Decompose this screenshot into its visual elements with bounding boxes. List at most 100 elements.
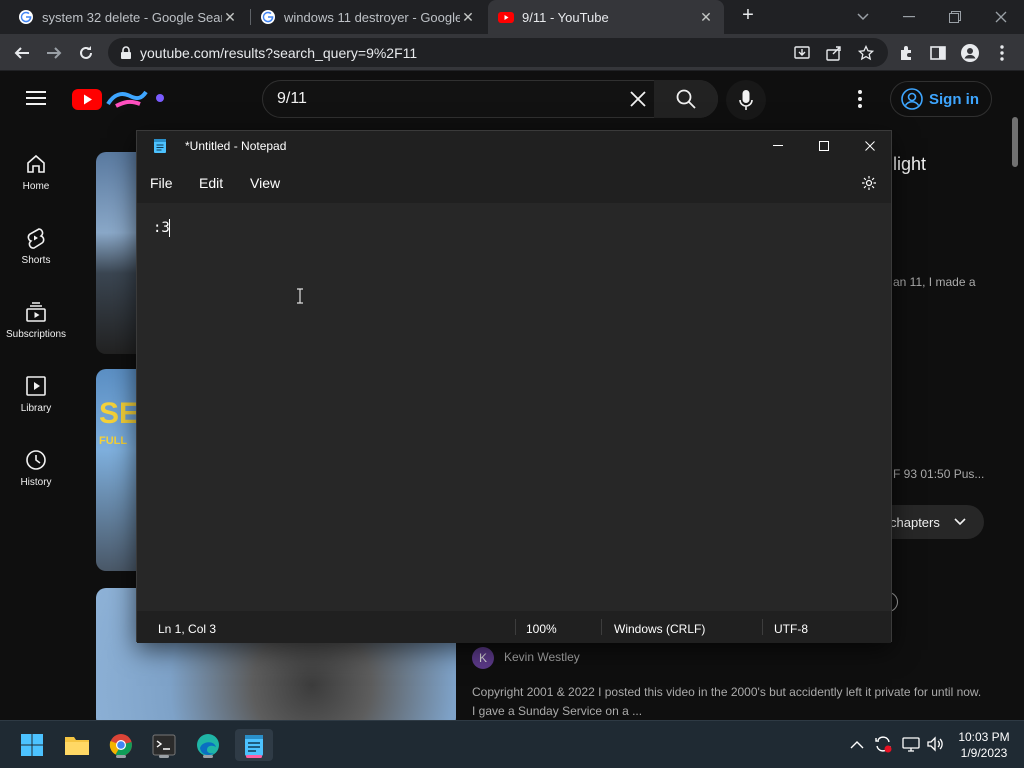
encoding: UTF-8 xyxy=(774,622,808,636)
minimize-window-icon[interactable] xyxy=(886,0,932,34)
sign-in-button[interactable]: Sign in xyxy=(890,81,992,117)
close-tab-icon[interactable]: ✕ xyxy=(698,9,714,26)
cursor-position: Ln 1, Col 3 xyxy=(158,622,217,636)
tab-title: windows 11 destroyer - Google Search xyxy=(284,9,460,25)
close-window-icon[interactable] xyxy=(978,0,1024,34)
close-tab-icon[interactable]: ✕ xyxy=(460,9,476,26)
google-icon xyxy=(261,10,275,24)
bookmark-star-icon[interactable] xyxy=(853,40,879,66)
profile-icon[interactable] xyxy=(957,40,983,66)
sidebar-item-label: Subscriptions xyxy=(5,329,67,340)
lock-icon xyxy=(121,45,131,59)
notepad-app-icon xyxy=(154,139,166,153)
result-title-fragment[interactable]: light xyxy=(893,154,926,175)
address-bar[interactable]: youtube.com/results?search_query=9%2F11 xyxy=(108,38,888,67)
google-icon xyxy=(19,10,33,24)
terminal-icon xyxy=(152,734,176,756)
notepad-icon xyxy=(245,735,263,756)
search-button[interactable] xyxy=(654,80,718,118)
result-description-fragment: F 93 01:50 Pus... xyxy=(893,467,985,481)
result-description-fragment: an 11, I made a xyxy=(893,275,976,289)
subscriptions-icon xyxy=(26,302,46,322)
network-icon[interactable] xyxy=(902,735,920,758)
tab-title: system 32 delete - Google Search xyxy=(42,9,222,25)
notepad-statusbar: Ln 1, Col 3 100% Windows (CRLF) UTF-8 xyxy=(137,611,891,643)
running-indicator xyxy=(203,755,213,758)
status-divider xyxy=(515,619,516,635)
notepad-window: *Untitled - Notepad File Edit View :3 Ln… xyxy=(136,130,892,643)
zoom-level: 100% xyxy=(526,622,557,636)
notepad-taskbar-button[interactable] xyxy=(235,729,273,761)
edge-taskbar-button[interactable] xyxy=(192,729,224,761)
url-text: youtube.com/results?search_query=9%2F11 xyxy=(140,44,418,61)
reload-icon[interactable] xyxy=(73,40,99,66)
clear-search-icon[interactable] xyxy=(629,90,647,113)
notepad-maximize-icon[interactable] xyxy=(801,131,847,161)
sync-alert-icon[interactable] xyxy=(874,735,892,758)
start-button[interactable] xyxy=(16,729,48,761)
sign-in-label: Sign in xyxy=(929,90,979,108)
install-app-icon[interactable] xyxy=(789,40,815,66)
new-tab-button[interactable]: + xyxy=(736,4,760,30)
result-description: I gave a Sunday Service on a ... xyxy=(472,704,643,718)
sidebar-item-label: Home xyxy=(22,181,50,192)
menu-edit[interactable]: Edit xyxy=(199,175,223,191)
side-panel-icon[interactable] xyxy=(925,40,951,66)
terminal-taskbar-button[interactable] xyxy=(148,729,180,761)
extensions-icon[interactable] xyxy=(893,40,919,66)
share-icon[interactable] xyxy=(821,40,847,66)
sidebar-item-shorts[interactable]: Shorts xyxy=(0,221,72,295)
notepad-close-icon[interactable] xyxy=(847,131,893,161)
sidebar-item-history[interactable]: History xyxy=(0,443,72,517)
volume-icon[interactable] xyxy=(926,735,944,758)
line-ending: Windows (CRLF) xyxy=(614,622,706,636)
show-hidden-icons[interactable] xyxy=(850,737,864,755)
voice-search-button[interactable] xyxy=(726,80,766,120)
hamburger-menu-icon[interactable] xyxy=(26,90,46,111)
history-icon xyxy=(26,450,46,470)
account-icon xyxy=(901,88,923,110)
forward-arrow-icon[interactable] xyxy=(41,40,67,66)
browser-toolbar: youtube.com/results?search_query=9%2F11 xyxy=(0,34,1024,71)
youtube-search-box[interactable]: 9/11 xyxy=(262,80,718,118)
tab-youtube[interactable]: 9/11 - YouTube ✕ xyxy=(488,0,724,34)
sidebar-item-library[interactable]: Library xyxy=(0,369,72,443)
channel-avatar[interactable]: K xyxy=(472,647,494,669)
channel-name[interactable]: Kevin Westley xyxy=(504,650,580,664)
sidebar-item-subscriptions[interactable]: Subscriptions xyxy=(0,295,72,369)
menu-view[interactable]: View xyxy=(250,175,280,191)
search-icon xyxy=(676,89,696,109)
tab-windows11-search[interactable]: windows 11 destroyer - Google Search ✕ xyxy=(250,0,486,34)
chrome-menu-icon[interactable] xyxy=(989,40,1015,66)
system-clock[interactable]: 10:03 PM 1/9/2023 xyxy=(952,729,1016,761)
folder-icon xyxy=(65,737,89,755)
page-scrollbar[interactable] xyxy=(1012,117,1018,167)
chrome-icon xyxy=(109,734,132,756)
chapters-button[interactable]: chapters xyxy=(880,505,984,539)
search-input[interactable]: 9/11 xyxy=(277,90,307,108)
chrome-taskbar-button[interactable] xyxy=(105,729,137,761)
windows-logo-icon xyxy=(21,734,43,756)
tab-search-icon[interactable] xyxy=(840,0,886,34)
sidebar-item-home[interactable]: Home xyxy=(0,147,72,221)
clock-date: 1/9/2023 xyxy=(960,746,1008,760)
notepad-text-area[interactable]: :3 xyxy=(137,203,891,611)
tab-system32-search[interactable]: system 32 delete - Google Search ✕ xyxy=(8,0,248,34)
notepad-titlebar[interactable]: *Untitled - Notepad xyxy=(137,131,891,161)
notepad-menubar: File Edit View xyxy=(137,161,891,201)
back-arrow-icon[interactable] xyxy=(9,40,35,66)
youtube-logo[interactable] xyxy=(72,86,168,117)
chapters-label: chapters xyxy=(890,514,940,530)
library-icon xyxy=(26,376,46,396)
windows-taskbar: 10:03 PM 1/9/2023 xyxy=(0,720,1024,768)
result-description: Copyright 2001 & 2022 I posted this vide… xyxy=(472,685,982,699)
restore-window-icon[interactable] xyxy=(932,0,978,34)
close-tab-icon[interactable]: ✕ xyxy=(222,9,238,26)
file-explorer-button[interactable] xyxy=(61,729,93,761)
menu-file[interactable]: File xyxy=(150,175,173,191)
notepad-minimize-icon[interactable] xyxy=(755,131,801,161)
gear-icon[interactable] xyxy=(861,175,877,191)
microphone-icon xyxy=(739,90,753,110)
youtube-header: 9/11 Sign in xyxy=(0,71,1024,127)
settings-dots-icon[interactable] xyxy=(858,90,862,113)
